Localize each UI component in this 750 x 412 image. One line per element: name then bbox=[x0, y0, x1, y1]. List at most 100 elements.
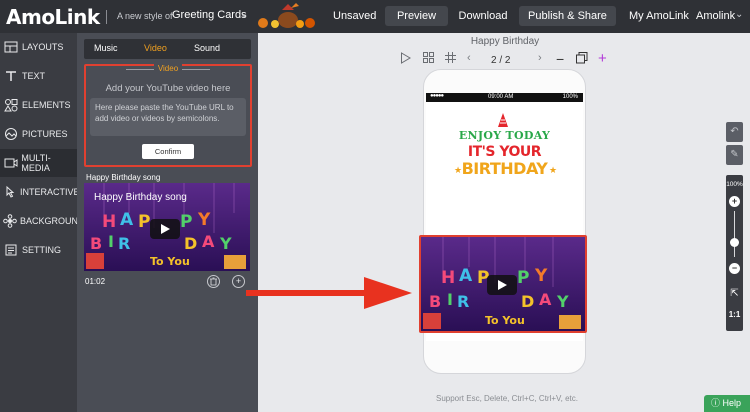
preview-button[interactable]: Preview bbox=[385, 6, 448, 26]
sidebar-item-pictures[interactable]: PICTURES bbox=[0, 120, 77, 148]
sidebar-item-background[interactable]: BACKGROUND bbox=[0, 207, 85, 235]
eraser-icon[interactable]: ✎ bbox=[726, 145, 743, 165]
svg-text:A: A bbox=[459, 266, 473, 286]
tagline: A new style of bbox=[117, 11, 173, 21]
keyboard-shortcuts-hint: Support Esc, Delete, Ctrl+C, Ctrl+V, etc… bbox=[436, 394, 578, 403]
sidebar-item-multi-media[interactable]: MULTI-MEDIA bbox=[0, 149, 77, 177]
section-label: Video bbox=[86, 64, 250, 73]
star-icon: ★ bbox=[549, 165, 558, 175]
multimedia-icon bbox=[3, 155, 18, 171]
sidebar-item-label: SETTING bbox=[22, 245, 62, 255]
svg-text:P: P bbox=[517, 268, 529, 288]
status-time: 09:00 AM bbox=[488, 94, 514, 100]
pictures-icon bbox=[3, 126, 19, 142]
add-page-icon[interactable]: + bbox=[598, 50, 607, 67]
undo-icon[interactable]: ↶ bbox=[726, 122, 743, 142]
sidebar-item-layouts[interactable]: LAYOUTS bbox=[0, 33, 77, 61]
svg-text:I: I bbox=[108, 232, 114, 251]
prev-page-icon[interactable]: ‹ bbox=[467, 52, 471, 64]
svg-text:Y: Y bbox=[219, 234, 232, 253]
svg-text:To You: To You bbox=[150, 255, 190, 268]
total-pages: 2 bbox=[504, 55, 511, 66]
play-icon[interactable] bbox=[400, 52, 411, 67]
svg-text:H: H bbox=[102, 212, 116, 232]
card-line-birthday[interactable]: BIRTHDAY bbox=[426, 159, 583, 178]
youtube-url-input[interactable] bbox=[90, 98, 246, 136]
sidebar-item-label: TEXT bbox=[22, 71, 46, 81]
sidebar-item-label: BACKGROUND bbox=[20, 216, 85, 226]
remove-page-icon[interactable]: − bbox=[556, 51, 564, 67]
logo-text: AmoLink bbox=[6, 5, 100, 29]
youtube-input-section: Video Add your YouTube video here Confir… bbox=[84, 64, 252, 167]
zoom-in-button[interactable]: + bbox=[729, 196, 740, 207]
zoom-slider-track[interactable] bbox=[734, 211, 735, 257]
svg-text:B: B bbox=[90, 234, 102, 253]
help-icon: ⓘ bbox=[711, 398, 721, 408]
category-selector[interactable]: Greeting Cards bbox=[172, 9, 247, 21]
grid-view-icon[interactable] bbox=[423, 52, 434, 66]
birthday-video-artwork: H A P P Y B I R D A Y To You bbox=[421, 237, 585, 331]
sidebar-item-label: INTERACTIVE bbox=[20, 187, 80, 197]
svg-text:A: A bbox=[202, 232, 215, 251]
publish-share-button[interactable]: Publish & Share bbox=[519, 6, 616, 26]
top-bar: AmoLink A new style of Greeting Cards ⌄ … bbox=[0, 0, 750, 33]
svg-text:R: R bbox=[457, 292, 469, 311]
sidebar-item-label: PICTURES bbox=[22, 129, 68, 139]
zoom-slider-handle[interactable] bbox=[730, 238, 739, 247]
chevron-down-icon[interactable]: ⌄ bbox=[240, 9, 248, 20]
video-title: Happy Birthday song bbox=[86, 173, 161, 182]
svg-text:A: A bbox=[539, 290, 552, 309]
fit-screen-icon[interactable]: ⇱ bbox=[728, 287, 741, 300]
video-duration: 01:02 bbox=[85, 277, 106, 286]
download-button[interactable]: Download bbox=[454, 6, 512, 26]
setting-icon bbox=[3, 242, 19, 258]
sidebar-item-text[interactable]: TEXT bbox=[0, 62, 77, 90]
party-hat-icon bbox=[498, 113, 508, 127]
card-line-its-your[interactable]: IT'S YOUR bbox=[426, 144, 583, 160]
video-thumbnail[interactable]: H A P P Y B I R D A Y To You Happy Birth… bbox=[84, 183, 250, 271]
svg-text:B: B bbox=[429, 292, 441, 311]
tab-music[interactable]: Music bbox=[94, 43, 118, 53]
svg-text:P: P bbox=[180, 212, 192, 232]
svg-text:A: A bbox=[120, 210, 134, 230]
svg-text:H: H bbox=[441, 268, 455, 288]
duplicate-page-icon[interactable] bbox=[576, 52, 588, 67]
svg-text:P: P bbox=[138, 212, 150, 232]
next-page-icon[interactable]: › bbox=[538, 52, 542, 64]
sidebar-item-elements[interactable]: ELEMENTS bbox=[0, 91, 77, 119]
signal-icon: ●●●●● bbox=[430, 93, 444, 99]
youtube-heading: Add your YouTube video here bbox=[105, 83, 231, 94]
svg-text:R: R bbox=[118, 234, 130, 253]
sidebar-item-interactive[interactable]: INTERACTIVE bbox=[0, 178, 80, 206]
tab-sound[interactable]: Sound bbox=[194, 43, 220, 53]
svg-text:Y: Y bbox=[556, 292, 569, 311]
logo-divider bbox=[106, 10, 107, 24]
confirm-button[interactable]: Confirm bbox=[142, 144, 194, 159]
svg-text:To You: To You bbox=[485, 314, 525, 327]
my-amolink-link[interactable]: My AmoLink bbox=[629, 10, 689, 22]
svg-text:Y: Y bbox=[197, 210, 211, 230]
sidebar-item-label: ELEMENTS bbox=[22, 100, 71, 110]
tab-video[interactable]: Video bbox=[144, 43, 167, 53]
help-button[interactable]: ⓘ Help bbox=[704, 395, 750, 412]
gridlines-icon[interactable] bbox=[445, 52, 456, 66]
media-tabs: Music Video Sound bbox=[84, 39, 251, 59]
chevron-down-icon[interactable]: ⌄ bbox=[735, 9, 743, 20]
zoom-level: 100% bbox=[726, 181, 743, 188]
delete-video-button[interactable] bbox=[207, 275, 220, 288]
logo[interactable]: AmoLink bbox=[6, 5, 100, 29]
section-label-text: Video bbox=[153, 64, 183, 73]
card-video-element[interactable]: H A P P Y B I R D A Y To You bbox=[419, 235, 587, 333]
card-line-enjoy[interactable]: ENJOY TODAY bbox=[426, 129, 583, 142]
svg-text:D: D bbox=[521, 292, 534, 311]
text-icon bbox=[3, 68, 19, 84]
sidebar-item-label: LAYOUTS bbox=[22, 42, 64, 52]
user-menu[interactable]: Amolink bbox=[696, 10, 735, 22]
current-page: 2 bbox=[491, 55, 497, 66]
actual-size-button[interactable]: 1:1 bbox=[726, 310, 743, 319]
zoom-out-button[interactable]: − bbox=[729, 263, 740, 274]
phone-status-bar: ●●●●● 09:00 AM 100% bbox=[426, 93, 583, 102]
red-arrow-annotation bbox=[246, 277, 412, 309]
sidebar-item-setting[interactable]: SETTING bbox=[0, 236, 77, 264]
svg-text:I: I bbox=[447, 290, 453, 309]
